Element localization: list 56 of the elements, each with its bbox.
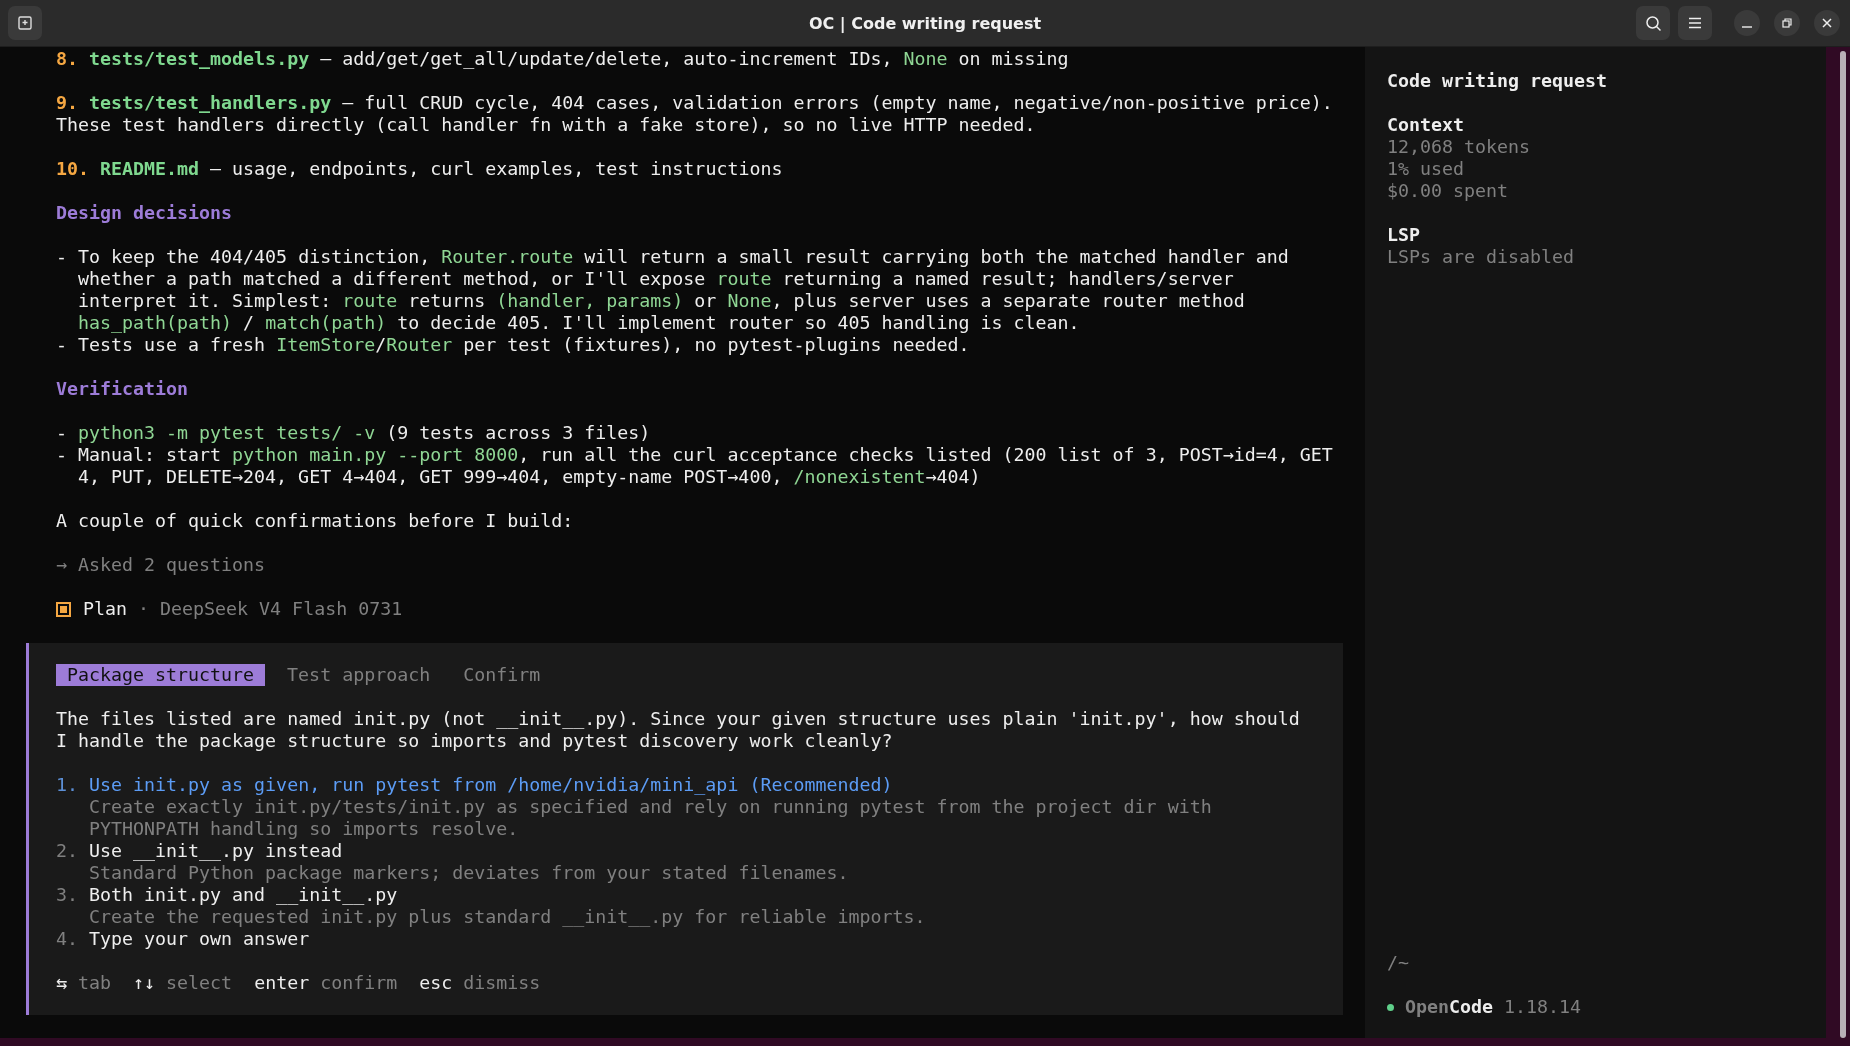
list-item-text: 10. README.md — usage, endpoints, curl examples, test instructions xyxy=(56,158,784,180)
window-title: OC | Code writing request xyxy=(808,13,1042,33)
directory-path: /~ xyxy=(1387,952,1410,974)
bullet-text: - Manual: start python main.py --port 8000, run all the curl acceptance checks listed (200 list of 3, POST→id=4, GET 4, PUT, DELETE→204, GET 4→404, GET 999→404, empty-name POST→400, /nonexistent→404) xyxy=(56,444,1334,488)
minimize-icon xyxy=(1742,26,1752,28)
square-icon xyxy=(56,601,71,617)
key-hint: esc dismiss xyxy=(419,972,541,994)
info-line: $0.00 spent xyxy=(1387,180,1510,202)
question-text: The files listed are named init.py (not __init__.py). Since your given structure uses plain 'init.py', how should I handle the package structure so imports and pytest discovery work cleanly? xyxy=(56,708,1301,752)
bullet-text: - Tests use a fresh ItemStore/Router per test (fixtures), no pytest-plugins needed. xyxy=(56,334,971,356)
section-heading: Design decisions xyxy=(56,202,234,224)
section-heading: Verification xyxy=(56,378,190,400)
option-number: 3. xyxy=(56,884,79,907)
new-tab-button[interactable] xyxy=(8,6,42,40)
list-item-text: 8. tests/test_models.py — add/get/get_all/update/delete, auto-increment IDs, None on missing xyxy=(56,48,1070,70)
bullet-text: - To keep the 404/405 distinction, Router.route will return a small result carrying both the matched handler and whether a path matched a different method, or I'll expose route returning a named result; handlers/server interpret it. Simplest: route returns (handler, params) or None, plus server uses a separate router method has_path(path) / match(path) to decide 405. I'll implement router so 405 handling is clean. xyxy=(56,246,1290,334)
option-label[interactable]: Both init.py and __init__.py xyxy=(89,884,1311,906)
add-tab-icon xyxy=(17,15,33,31)
version-label: 1.18.14 xyxy=(1504,996,1582,1018)
menu-icon xyxy=(1688,17,1702,29)
app-name: OpenCode xyxy=(1405,996,1494,1018)
bullet-text: - python3 -m pytest tests/ -v (9 tests across 3 files) xyxy=(56,422,652,444)
section-heading: LSP xyxy=(1387,224,1422,246)
option-number: 4. xyxy=(56,928,79,950)
maximize-button[interactable] xyxy=(1774,10,1800,36)
option-description: Create exactly init.py/tests/init.py as specified and rely on running pytest from the project dir with PYTHONPATH handling so imports resolve. xyxy=(89,796,1213,840)
key-hint: ↑↓ select xyxy=(133,972,233,994)
option-description: Standard Python package markers; deviates from your stated filenames. xyxy=(89,862,850,884)
close-icon xyxy=(1822,18,1832,28)
search-icon xyxy=(1644,14,1662,32)
menu-button[interactable] xyxy=(1678,6,1712,40)
option-label[interactable]: Type your own answer xyxy=(89,928,310,950)
message-text: A couple of quick confirmations before I build: xyxy=(56,510,575,532)
question-tab[interactable]: Test approach xyxy=(276,664,442,686)
info-line: LSPs are disabled xyxy=(1387,246,1576,268)
question-tab[interactable]: Package structure xyxy=(56,664,266,686)
list-item-text: 9. tests/test_handlers.py — full CRUD cycle, 404 cases, validation errors (empty name, negative/non-positive price). These test handlers directly (call handler fn with a fake store), so no live HTTP needed. xyxy=(56,92,1334,136)
session-title: Code writing request xyxy=(1387,70,1609,92)
info-line: 1% used xyxy=(1387,158,1466,180)
close-button[interactable] xyxy=(1814,10,1840,36)
question-tab[interactable]: Confirm xyxy=(452,664,552,686)
agent-model-label: Plan · DeepSeek V4 Flash 0731 xyxy=(83,598,403,620)
info-line: 12,068 tokens xyxy=(1387,136,1532,158)
tool-call-text: → Asked 2 questions xyxy=(56,554,267,576)
option-label[interactable]: Use init.py as given, run pytest from /home/nvidia/mini_api (Recommended) xyxy=(89,774,1311,796)
section-heading: Context xyxy=(1387,114,1466,136)
option-number: 2. xyxy=(56,840,79,863)
restore-icon xyxy=(1782,18,1792,28)
option-label[interactable]: Use __init__.py instead xyxy=(89,840,1311,862)
minimize-button[interactable] xyxy=(1734,10,1760,36)
scrollbar-thumb[interactable] xyxy=(1840,51,1846,1038)
key-hint: enter confirm xyxy=(254,972,398,994)
option-number: 1. xyxy=(56,774,79,797)
key-hint: ⇆ tab xyxy=(56,972,112,994)
option-description: Create the requested init.py plus standard __init__.py for reliable imports. xyxy=(89,906,927,928)
search-button[interactable] xyxy=(1636,6,1670,40)
